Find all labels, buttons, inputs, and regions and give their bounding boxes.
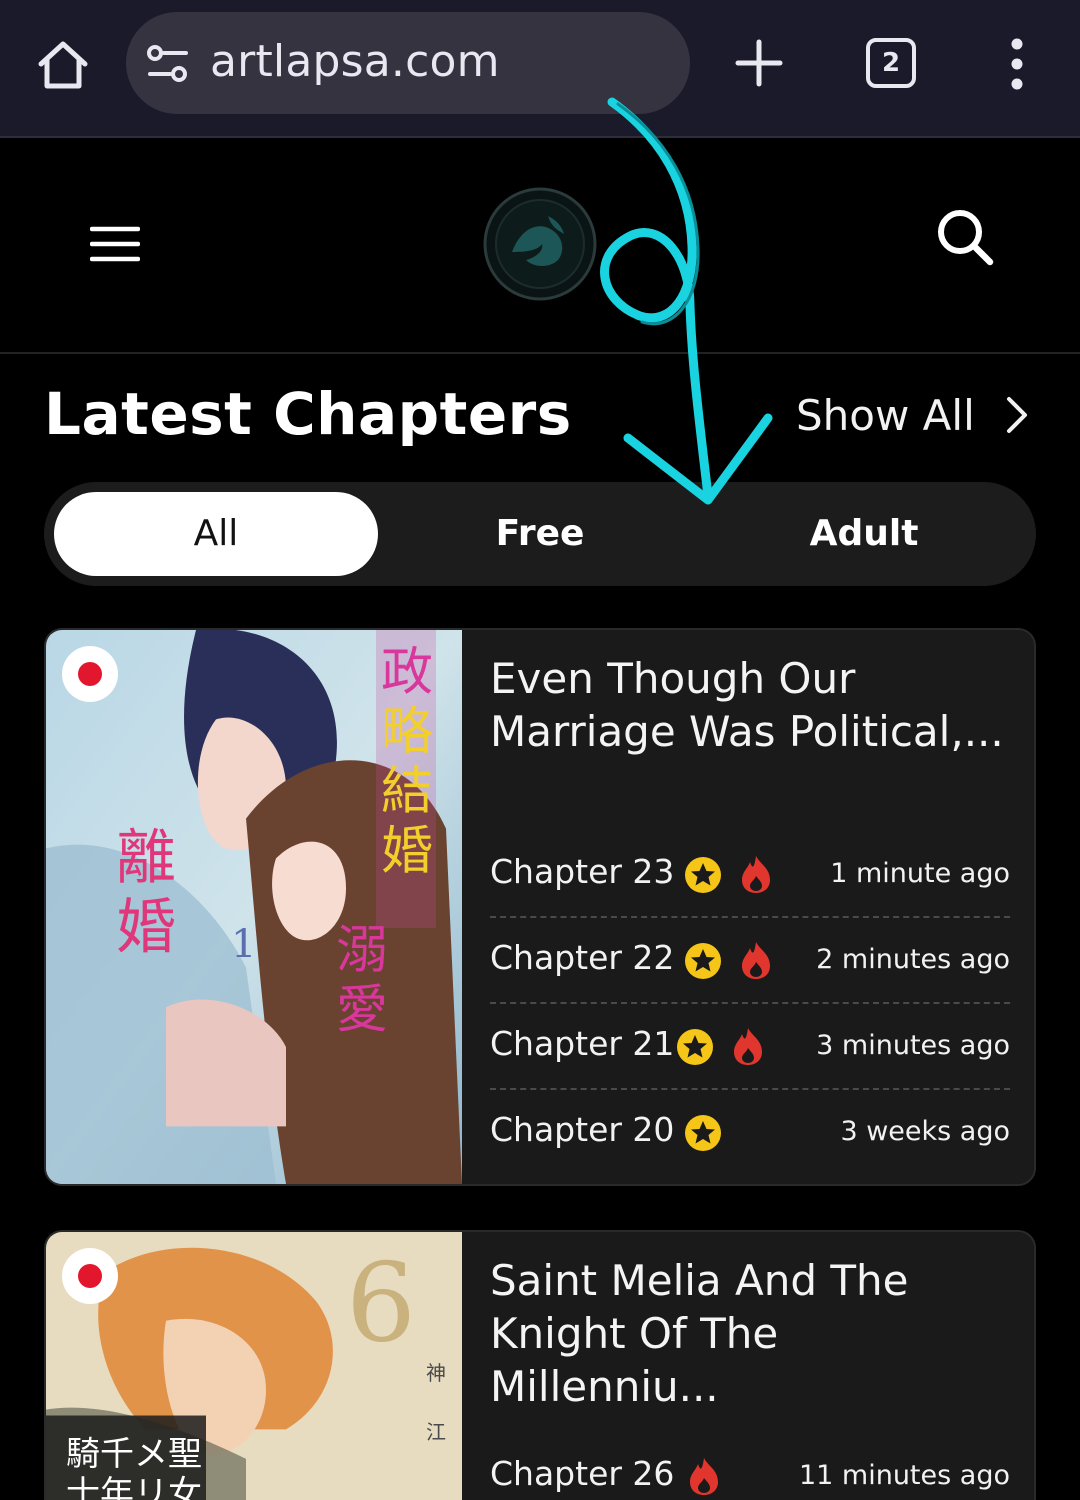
svg-text:愛: 愛 xyxy=(336,980,388,1040)
series-title[interactable]: Saint Melia And The Knight Of The Millen… xyxy=(490,1254,1010,1413)
filter-tab-all[interactable]: All xyxy=(54,492,378,576)
svg-text:騎千メ聖: 騎千メ聖 xyxy=(66,1434,202,1473)
chapter-time: 3 minutes ago xyxy=(816,1030,1010,1061)
address-bar[interactable]: artlapsa.com xyxy=(126,12,690,114)
chapter-row[interactable]: Chapter 22 2 minutes ago xyxy=(490,918,1010,1004)
site-header xyxy=(0,140,1080,354)
chapter-name[interactable]: Chapter 21 xyxy=(490,1024,674,1063)
chevron-right-icon xyxy=(1006,397,1027,433)
fire-icon xyxy=(742,856,770,893)
show-all-link[interactable]: Show All xyxy=(796,388,1029,442)
search-icon[interactable] xyxy=(934,206,996,268)
site-logo[interactable] xyxy=(482,186,598,302)
chapter-name[interactable]: Chapter 20 xyxy=(490,1110,674,1149)
svg-text:政: 政 xyxy=(381,643,433,703)
star-badge-icon xyxy=(685,1115,721,1151)
svg-text:神: 神 xyxy=(426,1362,446,1385)
filter-tab-free[interactable]: Free xyxy=(378,492,702,576)
chapter-row[interactable]: Chapter 23 1 minute ago xyxy=(490,832,1010,918)
svg-text:江: 江 xyxy=(426,1421,446,1444)
japan-flag-badge xyxy=(62,646,118,702)
svg-text:士年リ女: 士年リ女 xyxy=(66,1474,202,1500)
more-menu-icon[interactable] xyxy=(1004,38,1030,90)
chapter-time: 1 minute ago xyxy=(830,858,1010,889)
fire-icon xyxy=(742,942,770,979)
chapter-list: Chapter 23 1 minute ago Chapter 22 2 min… xyxy=(490,832,1010,1176)
series-cover[interactable]: 騎千メ聖 士年リ女 6 神 江 xyxy=(46,1232,462,1500)
new-tab-icon[interactable] xyxy=(734,38,784,88)
cover-image: 政 略 結 婚 溺 愛 離 婚 1 xyxy=(46,630,462,1184)
series-title[interactable]: Even Though Our Marriage Was Political,.… xyxy=(490,652,1010,758)
chapter-row[interactable]: Chapter 21 3 minutes ago xyxy=(490,1004,1010,1090)
series-card[interactable]: 騎千メ聖 士年リ女 6 神 江 Saint Melia And The Knig… xyxy=(44,1230,1036,1500)
svg-text:1: 1 xyxy=(231,922,256,968)
japan-flag-badge xyxy=(62,1248,118,1304)
fire-icon xyxy=(690,1458,718,1495)
home-icon[interactable] xyxy=(34,36,92,94)
chapter-time: 3 weeks ago xyxy=(840,1116,1010,1147)
chapter-time: 2 minutes ago xyxy=(816,944,1010,975)
svg-text:6: 6 xyxy=(346,1240,416,1366)
svg-text:婚: 婚 xyxy=(381,821,433,881)
svg-text:離: 離 xyxy=(116,824,176,893)
chapter-row[interactable]: Chapter 20 3 weeks ago xyxy=(490,1090,1010,1176)
svg-text:溺: 溺 xyxy=(336,921,388,981)
chapter-list: Chapter 26 11 minutes ago xyxy=(490,1434,1010,1500)
fire-icon xyxy=(734,1028,762,1065)
chapter-name[interactable]: Chapter 23 xyxy=(490,852,674,891)
filter-tab-adult[interactable]: Adult xyxy=(702,492,1026,576)
filter-tabs: All Free Adult xyxy=(44,482,1036,586)
section-title: Latest Chapters xyxy=(44,380,572,448)
chapter-name[interactable]: Chapter 22 xyxy=(490,938,674,977)
chapter-time: 11 minutes ago xyxy=(798,1460,1010,1491)
hamburger-menu-icon[interactable] xyxy=(90,224,140,264)
series-card[interactable]: 政 略 結 婚 溺 愛 離 婚 1 Even Though Our Marria… xyxy=(44,628,1036,1186)
browser-toolbar: artlapsa.com 2 xyxy=(0,0,1080,138)
chapter-name[interactable]: Chapter 26 xyxy=(490,1454,674,1493)
star-badge-icon xyxy=(685,943,721,979)
star-badge-icon xyxy=(677,1029,713,1065)
svg-text:結: 結 xyxy=(381,762,433,822)
url-text[interactable]: artlapsa.com xyxy=(210,36,500,87)
show-all-label: Show All xyxy=(796,390,975,440)
tab-switcher-icon[interactable]: 2 xyxy=(866,38,916,88)
svg-text:略: 略 xyxy=(381,702,433,762)
site-settings-icon[interactable] xyxy=(146,44,190,84)
svg-text:婚: 婚 xyxy=(116,894,176,963)
star-badge-icon xyxy=(685,857,721,893)
series-cover[interactable]: 政 略 結 婚 溺 愛 離 婚 1 xyxy=(46,630,462,1184)
chapter-row[interactable]: Chapter 26 11 minutes ago xyxy=(490,1434,1010,1500)
